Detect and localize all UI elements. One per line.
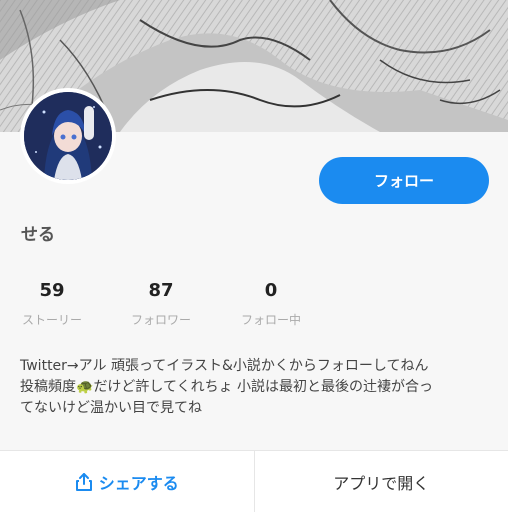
bio-text: だけど許してくれちょ 小説は最初と最後の辻褄が合っ [93, 379, 434, 395]
share-button[interactable]: シェアする [0, 451, 255, 512]
stat-count: 59 [39, 280, 65, 301]
stat-following[interactable]: 0 フォロー中 [231, 280, 311, 328]
bio-text: 投稿頻度 [20, 379, 76, 395]
stat-label: フォロー中 [240, 313, 301, 327]
share-label: シェアする [98, 473, 179, 493]
stat-label: フォロワー [130, 313, 191, 327]
avatar-image [24, 92, 112, 180]
bio-line: Twitter→アル 頑張ってイラスト&小説かくからフォローしてねん [20, 358, 429, 374]
open-in-app-button[interactable]: アプリで開く [255, 451, 508, 512]
stat-stories[interactable]: 59 ストーリー [12, 280, 92, 328]
bio-line: 投稿頻度🐢だけど許してくれちょ 小説は最初と最後の辻褄が合っ [20, 377, 490, 398]
avatar[interactable] [20, 88, 116, 184]
stat-count: 87 [148, 280, 174, 301]
footer-bar: シェアする アプリで開く [0, 450, 508, 512]
stat-count: 0 [264, 280, 278, 301]
turtle-emoji-icon: 🐢 [76, 379, 94, 395]
share-icon [75, 472, 93, 492]
profile-bio: Twitter→アル 頑張ってイラスト&小説かくからフォローしてねん 投稿頻度🐢… [20, 356, 490, 419]
username: せる [21, 225, 55, 245]
bio-line: てないけど温かい目で見てね [20, 400, 202, 416]
stat-label: ストーリー [21, 313, 82, 327]
open-app-label: アプリで開く [333, 473, 430, 493]
stat-followers[interactable]: 87 フォロワー [121, 280, 201, 328]
follow-button[interactable]: フォロー [319, 157, 489, 204]
